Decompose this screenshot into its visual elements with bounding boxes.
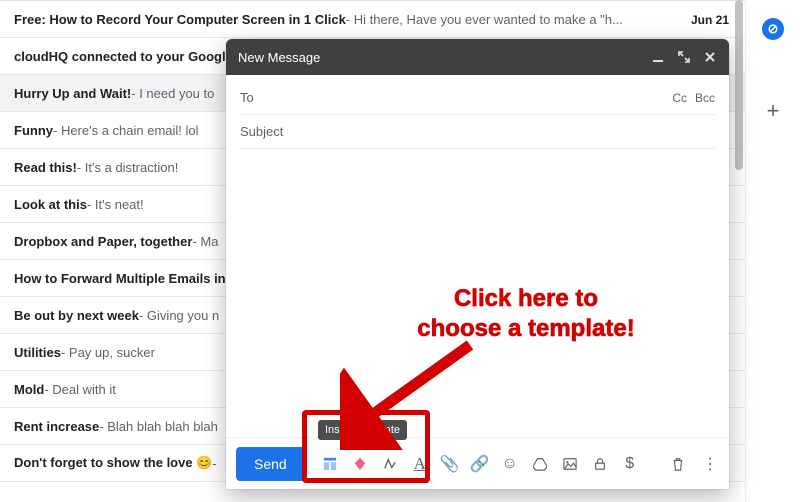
delete-draft-icon[interactable]	[669, 455, 687, 473]
email-subject: cloudHQ connected to your Googl	[14, 49, 226, 64]
email-subject: Hurry Up and Wait!	[14, 86, 131, 101]
send-label: Send	[254, 456, 287, 472]
attach-icon[interactable]: 📎	[441, 455, 459, 473]
template-gallery-icon[interactable]	[321, 455, 339, 473]
send-button[interactable]: Send	[236, 447, 305, 481]
template-tag-icon[interactable]	[351, 455, 369, 473]
email-preview: - Hi there, Have you ever wanted to make…	[346, 12, 623, 27]
minimize-icon[interactable]	[651, 50, 665, 64]
email-preview: -	[212, 456, 216, 471]
emoji-icon[interactable]: ☺	[501, 455, 519, 473]
confidential-icon[interactable]	[591, 455, 609, 473]
email-preview: - I need you to	[131, 86, 214, 101]
side-panel: ⊘ +	[745, 0, 800, 502]
link-icon[interactable]: 🔗	[471, 455, 489, 473]
image-icon[interactable]	[561, 455, 579, 473]
badge-glyph: ⊘	[768, 21, 779, 37]
email-subject: Don't forget to show the love 😊	[14, 455, 212, 471]
to-field[interactable]: To Cc Bcc	[240, 81, 715, 115]
email-subject: How to Forward Multiple Emails in	[14, 271, 226, 286]
email-preview: - Here's a chain email! lol	[53, 123, 199, 138]
email-preview: - Giving you n	[139, 308, 219, 323]
compose-toolbar: Send A 📎 🔗 ☺ $	[226, 437, 729, 489]
email-subject: Be out by next week	[14, 308, 139, 323]
compose-header[interactable]: New Message	[226, 39, 729, 75]
email-subject: Funny	[14, 123, 53, 138]
compose-fields: To Cc Bcc Subject	[226, 75, 729, 149]
money-icon[interactable]: $	[621, 455, 639, 473]
more-options-icon[interactable]: ⋮	[701, 455, 719, 473]
email-subject: Look at this	[14, 197, 87, 212]
bcc-button[interactable]: Bcc	[695, 91, 715, 105]
compose-body[interactable]	[226, 149, 729, 437]
formatting-icon[interactable]: A	[411, 455, 429, 473]
plus-glyph: +	[767, 98, 780, 123]
email-preview: - Pay up, sucker	[61, 345, 155, 360]
email-subject: Rent increase	[14, 419, 99, 434]
cloudhq-badge-icon[interactable]: ⊘	[762, 18, 784, 40]
add-extension-icon[interactable]: +	[767, 100, 780, 122]
cc-button[interactable]: Cc	[672, 91, 687, 105]
signature-icon[interactable]	[381, 455, 399, 473]
compose-window: New Message To Cc Bcc Subject Sen	[226, 39, 729, 489]
email-preview: - It's neat!	[87, 197, 144, 212]
expand-icon[interactable]	[677, 50, 691, 64]
email-subject: Dropbox and Paper, together	[14, 234, 192, 249]
subject-label: Subject	[240, 124, 283, 139]
email-row[interactable]: Free: How to Record Your Computer Screen…	[0, 1, 745, 38]
close-icon[interactable]	[703, 50, 717, 64]
email-subject: Free: How to Record Your Computer Screen…	[14, 12, 346, 27]
email-subject: Utilities	[14, 345, 61, 360]
email-subject: Mold	[14, 382, 44, 397]
drive-icon[interactable]	[531, 455, 549, 473]
email-preview: - It's a distraction!	[77, 160, 178, 175]
subject-field[interactable]: Subject	[240, 115, 715, 149]
email-preview: - Ma	[192, 234, 218, 249]
to-label: To	[240, 90, 254, 105]
email-preview: - Blah blah blah blah	[99, 419, 218, 434]
email-preview: - Deal with it	[44, 382, 116, 397]
compose-title: New Message	[238, 50, 651, 65]
scrollbar-thumb[interactable]	[735, 0, 743, 170]
email-subject: Read this!	[14, 160, 77, 175]
